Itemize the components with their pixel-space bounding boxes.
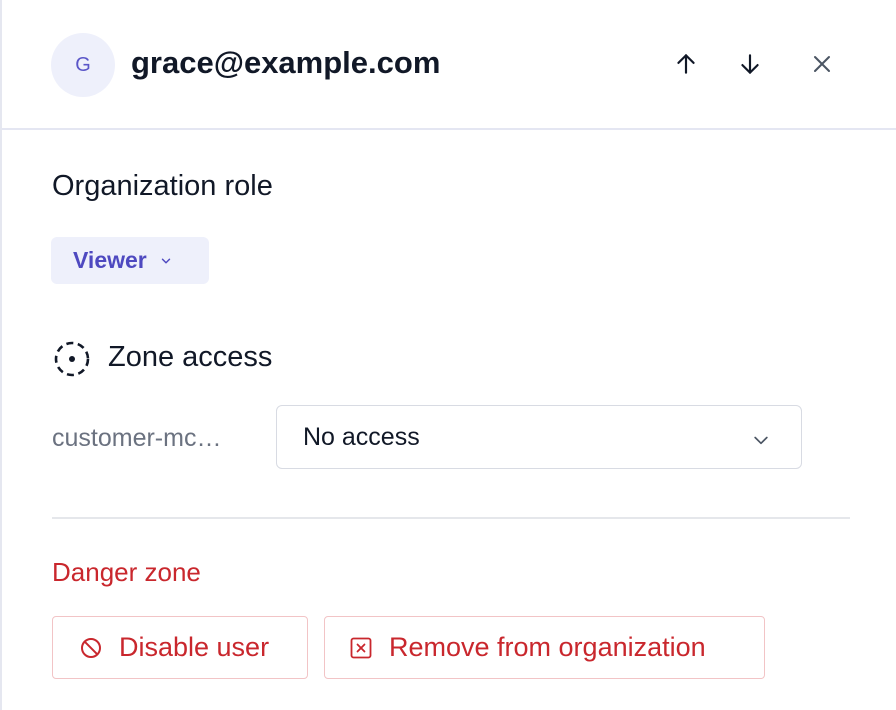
arrow-up-icon — [677, 54, 695, 74]
ban-icon — [79, 636, 103, 660]
remove-from-organization-button[interactable]: Remove from organization — [324, 616, 765, 679]
previous-user-button[interactable] — [666, 44, 706, 84]
chevron-down-icon — [751, 428, 771, 457]
user-email: grace@example.com — [131, 45, 441, 80]
chevron-down-icon — [159, 254, 173, 268]
close-button[interactable] — [802, 44, 842, 84]
square-x-icon — [349, 636, 373, 660]
close-icon — [814, 56, 830, 72]
next-user-button[interactable] — [730, 44, 770, 84]
panel-header: G grace@example.com — [2, 0, 896, 130]
avatar: G — [51, 33, 115, 97]
zone-access-title: Zone access — [108, 341, 273, 373]
org-role-title: Organization role — [52, 170, 273, 202]
remove-from-organization-label: Remove from organization — [389, 632, 706, 662]
user-detail-panel: G grace@example.com Organization role Vi… — [0, 0, 896, 710]
org-role-select[interactable]: Viewer — [51, 237, 209, 284]
arrow-down-icon — [741, 54, 759, 74]
avatar-initial: G — [75, 53, 91, 76]
danger-zone-title: Danger zone — [52, 557, 201, 587]
zone-access-select[interactable]: No access — [276, 405, 802, 469]
disable-user-button[interactable]: Disable user — [52, 616, 308, 679]
org-role-value: Viewer — [73, 247, 147, 273]
dashed-circle-icon — [53, 340, 91, 383]
zone-access-value: No access — [303, 422, 420, 451]
zone-name: customer-mc… — [52, 424, 222, 452]
divider — [52, 517, 850, 519]
disable-user-label: Disable user — [119, 632, 270, 662]
